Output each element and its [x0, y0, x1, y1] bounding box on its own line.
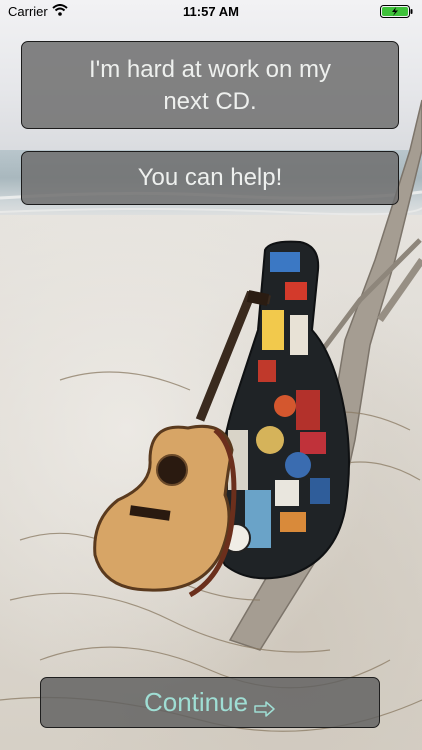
- status-time: 11:57 AM: [183, 4, 239, 19]
- status-bar: Carrier 11:57 AM: [0, 0, 422, 24]
- message-box-2: You can help!: [21, 151, 399, 205]
- message-1-line-2: next CD.: [163, 88, 257, 115]
- message-2-text: You can help!: [137, 164, 283, 191]
- battery-icon: [380, 5, 414, 18]
- arrow-right-icon: [254, 694, 276, 717]
- message-1-line-1: I'm hard at work on my: [89, 56, 331, 83]
- message-box-1: I'm hard at work on my next CD.: [21, 41, 399, 129]
- continue-button[interactable]: Continue: [40, 677, 380, 728]
- continue-label: Continue: [143, 687, 249, 717]
